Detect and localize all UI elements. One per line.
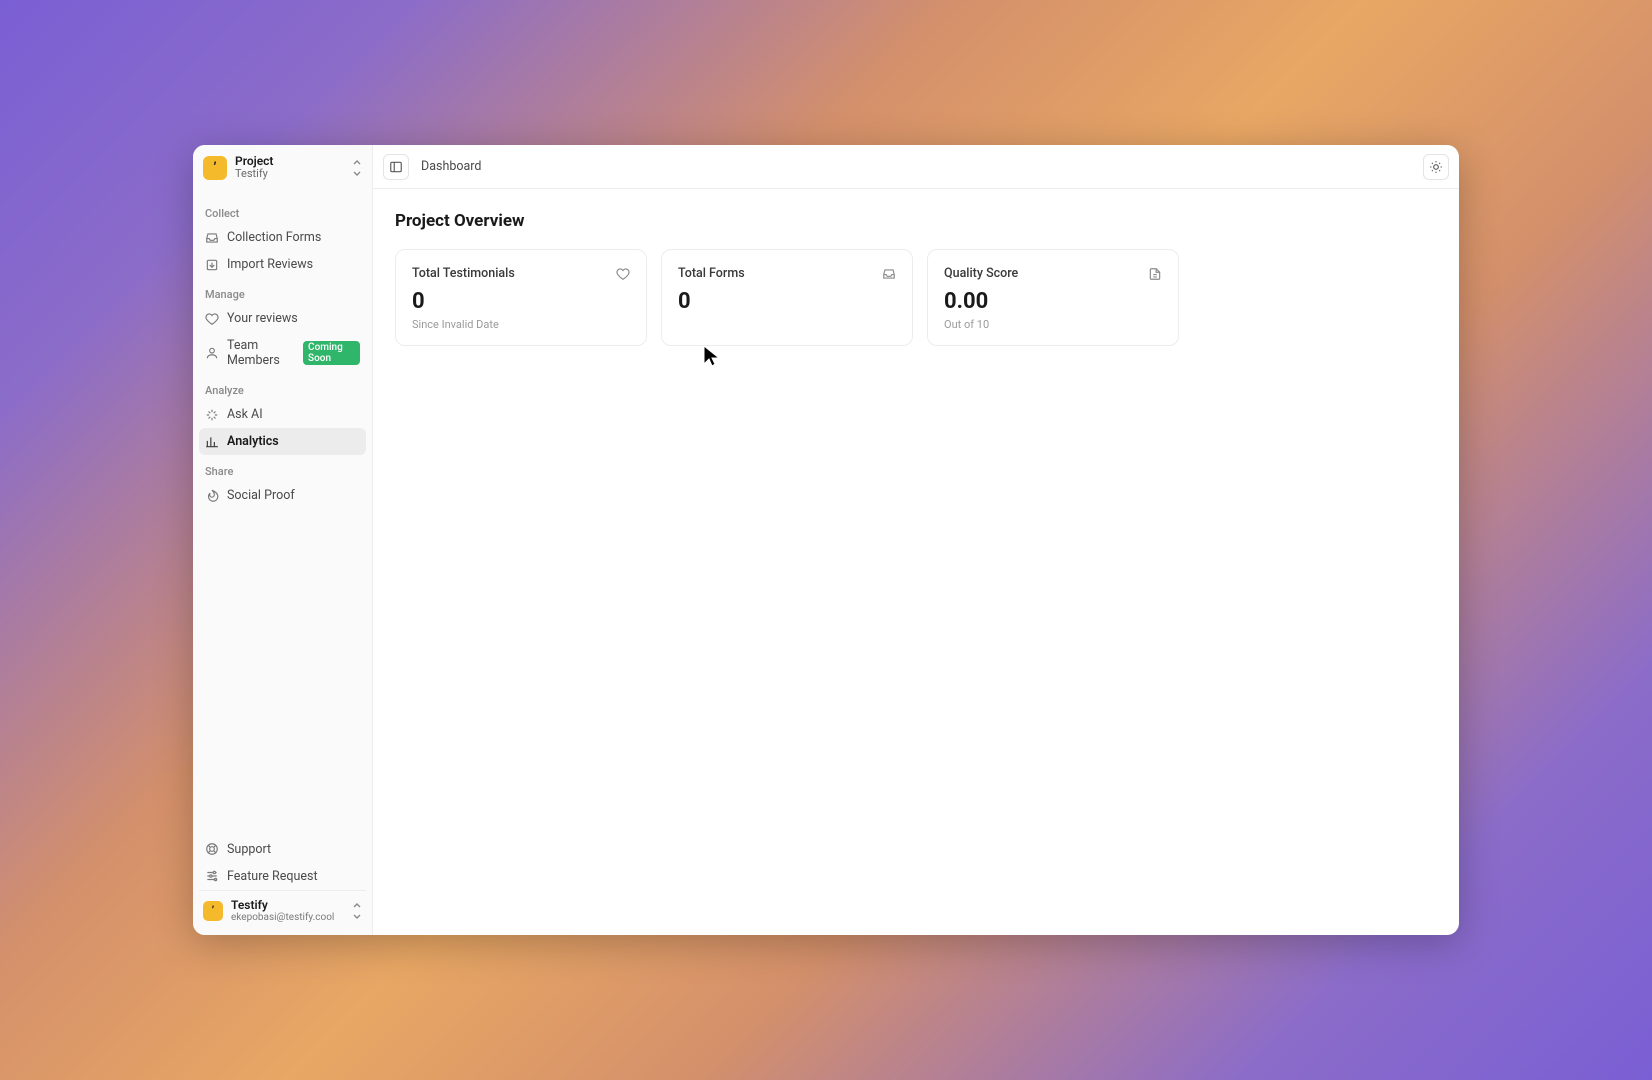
user-name: Testify: [231, 899, 344, 912]
card-value: 0: [412, 289, 630, 314]
sidebar-item-label: Ask AI: [227, 407, 263, 422]
sidebar: ’ Project Testify Collect Collection For…: [193, 145, 373, 935]
card-sub: Out of 10: [944, 318, 1162, 331]
project-switcher[interactable]: ’ Project Testify: [193, 145, 372, 191]
chevron-up-down-icon: [352, 158, 362, 178]
sliders-icon: [205, 869, 219, 883]
section-label-manage: Manage: [199, 278, 366, 305]
panel-left-icon: [389, 160, 403, 174]
inbox-icon: [205, 231, 219, 245]
sparkle-icon: [205, 408, 219, 422]
sidebar-item-label: Team Members: [227, 338, 295, 368]
sidebar-item-feature-request[interactable]: Feature Request: [199, 863, 366, 890]
sidebar-item-import-reviews[interactable]: Import Reviews: [199, 251, 366, 278]
sidebar-item-label: Import Reviews: [227, 257, 313, 272]
card-sub: Since Invalid Date: [412, 318, 630, 331]
section-label-analyze: Analyze: [199, 374, 366, 401]
sidebar-item-social-proof[interactable]: Social Proof: [199, 482, 366, 509]
main: Dashboard Project Overview Total Testimo…: [373, 145, 1459, 935]
topbar: Dashboard: [373, 145, 1459, 189]
lifebuoy-icon: [205, 842, 219, 856]
chevron-up-down-icon: [352, 901, 362, 921]
import-icon: [205, 258, 219, 272]
sidebar-nav: Collect Collection Forms Import Reviews …: [193, 191, 372, 831]
card-total-testimonials: Total Testimonials 0 Since Invalid Date: [395, 249, 647, 346]
sidebar-item-analytics[interactable]: Analytics: [199, 428, 366, 455]
chart-icon: [205, 435, 219, 449]
sidebar-item-support[interactable]: Support: [199, 836, 366, 863]
cards-row: Total Testimonials 0 Since Invalid Date …: [395, 249, 1437, 346]
toggle-sidebar-button[interactable]: [383, 154, 409, 180]
project-text: Project Testify: [235, 155, 344, 180]
user-email: ekepobasi@testify.cool: [231, 912, 344, 923]
card-label: Total Forms: [678, 266, 745, 281]
inbox-icon: [882, 267, 896, 281]
page-title: Project Overview: [395, 211, 1437, 231]
sidebar-item-label: Your reviews: [227, 311, 298, 326]
sun-icon: [1429, 160, 1443, 174]
card-value: 0.00: [944, 289, 1162, 314]
sidebar-item-label: Social Proof: [227, 488, 295, 503]
sidebar-item-label: Collection Forms: [227, 230, 321, 245]
card-total-forms: Total Forms 0: [661, 249, 913, 346]
sidebar-bottom: Support Feature Request ’ Testify ekepob…: [193, 831, 372, 935]
sidebar-item-label: Analytics: [227, 434, 279, 449]
sidebar-item-your-reviews[interactable]: Your reviews: [199, 305, 366, 332]
theme-toggle-button[interactable]: [1423, 154, 1449, 180]
flame-icon: [205, 489, 219, 503]
project-logo: ’: [203, 156, 227, 180]
user-switcher[interactable]: ’ Testify ekepobasi@testify.cool: [199, 890, 366, 931]
user-text: Testify ekepobasi@testify.cool: [231, 899, 344, 923]
card-label: Total Testimonials: [412, 266, 515, 281]
user-avatar: ’: [203, 901, 223, 921]
content: Project Overview Total Testimonials 0 Si…: [373, 189, 1459, 368]
app-window: ’ Project Testify Collect Collection For…: [193, 145, 1459, 935]
user-icon: [205, 346, 219, 360]
breadcrumb: Dashboard: [421, 159, 481, 174]
project-switcher-name: Testify: [235, 168, 344, 180]
section-label-share: Share: [199, 455, 366, 482]
card-label: Quality Score: [944, 266, 1018, 281]
coming-soon-badge: Coming Soon: [303, 341, 360, 365]
file-icon: [1148, 267, 1162, 281]
sidebar-item-ask-ai[interactable]: Ask AI: [199, 401, 366, 428]
sidebar-item-team-members[interactable]: Team Members Coming Soon: [199, 332, 366, 374]
section-label-collect: Collect: [199, 197, 366, 224]
sidebar-item-label: Support: [227, 842, 271, 857]
heart-icon: [616, 267, 630, 281]
sidebar-item-collection-forms[interactable]: Collection Forms: [199, 224, 366, 251]
card-quality-score: Quality Score 0.00 Out of 10: [927, 249, 1179, 346]
card-value: 0: [678, 289, 896, 314]
sidebar-item-label: Feature Request: [227, 869, 318, 884]
heart-icon: [205, 312, 219, 326]
